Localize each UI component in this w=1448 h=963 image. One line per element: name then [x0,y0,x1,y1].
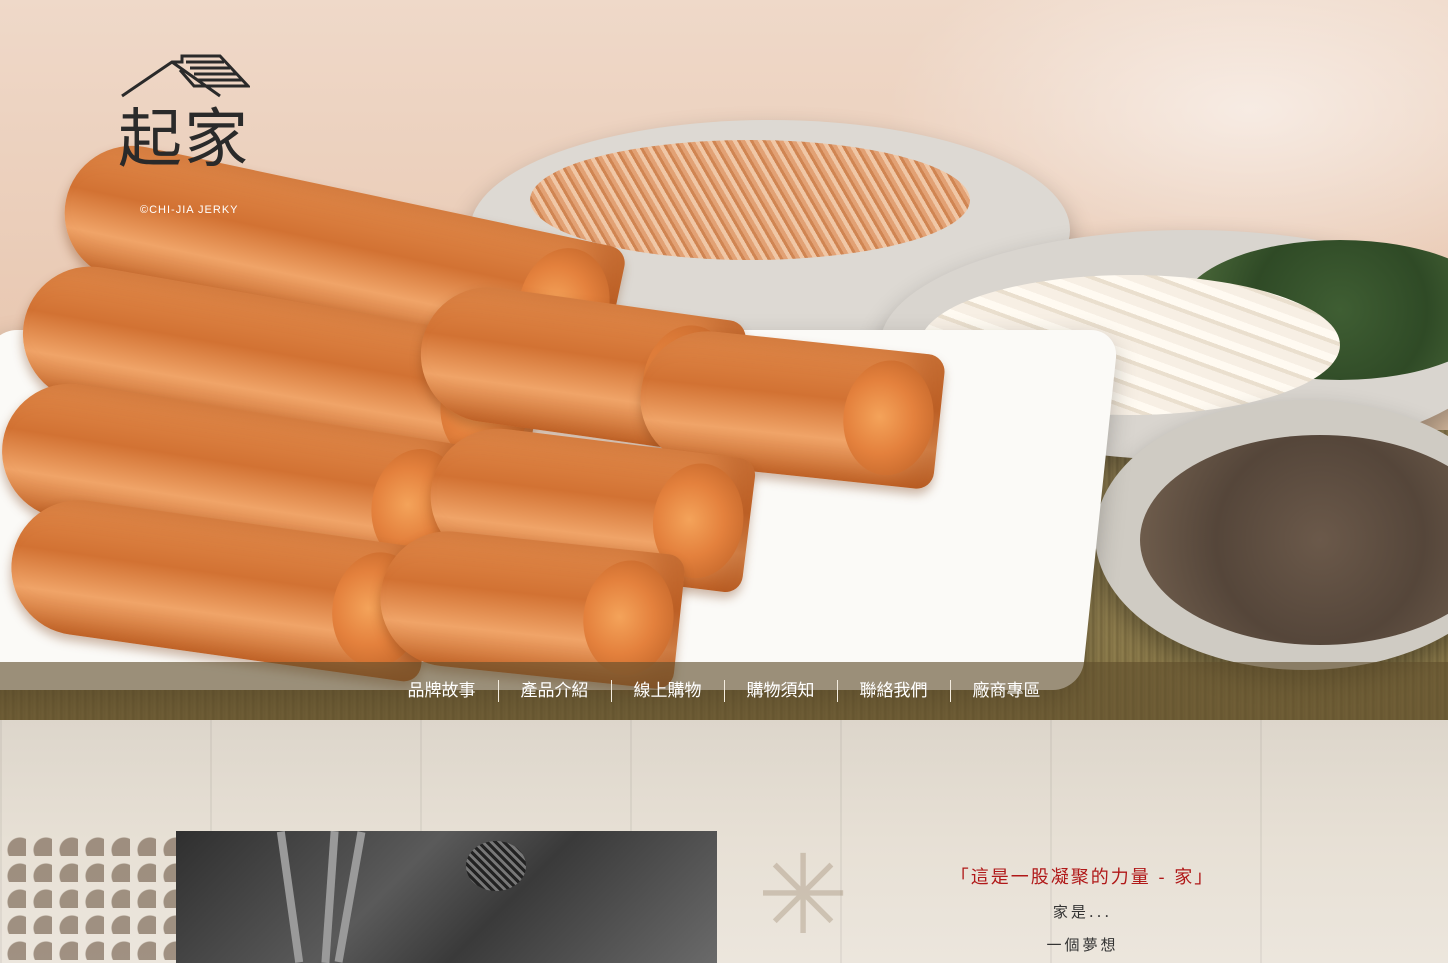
nav-vendors[interactable]: 廠商專區 [949,680,1063,702]
nav-products[interactable]: 產品介紹 [497,680,611,702]
story-section: ✳ 「這是一股凝聚的力量 - 家」 家是... 一個夢想 [0,720,1448,963]
story-line-1: 家是... [1052,903,1113,921]
nav-contact[interactable]: 聯絡我們 [836,680,950,702]
story-text: ✳ 「這是一股凝聚的力量 - 家」 家是... 一個夢想 [717,831,1448,963]
story-line-2: 一個夢想 [1046,936,1119,954]
nav-shopping-notes[interactable]: 購物須知 [723,680,837,702]
story-photo [176,830,717,963]
hero-banner: 起家 ©CHI-JIA JERKY 品牌故事 產品介紹 線上購物 購物須知 聯絡… [0,0,1448,720]
nav-online-shop[interactable]: 線上購物 [610,680,724,702]
spices-decoration [0,830,180,963]
logo-text: 起家 [118,103,250,177]
nav-brand-story[interactable]: 品牌故事 [386,680,498,702]
brand-logo[interactable]: 起家 ©CHI-JIA JERKY [118,52,308,222]
main-nav: 品牌故事 產品介紹 線上購物 購物須知 聯絡我們 廠商專區 [0,662,1448,720]
logo-subtitle: ©CHI-JIA JERKY [140,204,239,216]
basket-icon [466,841,526,891]
story-quote: 「這是一股凝聚的力量 - 家」 [950,867,1215,888]
